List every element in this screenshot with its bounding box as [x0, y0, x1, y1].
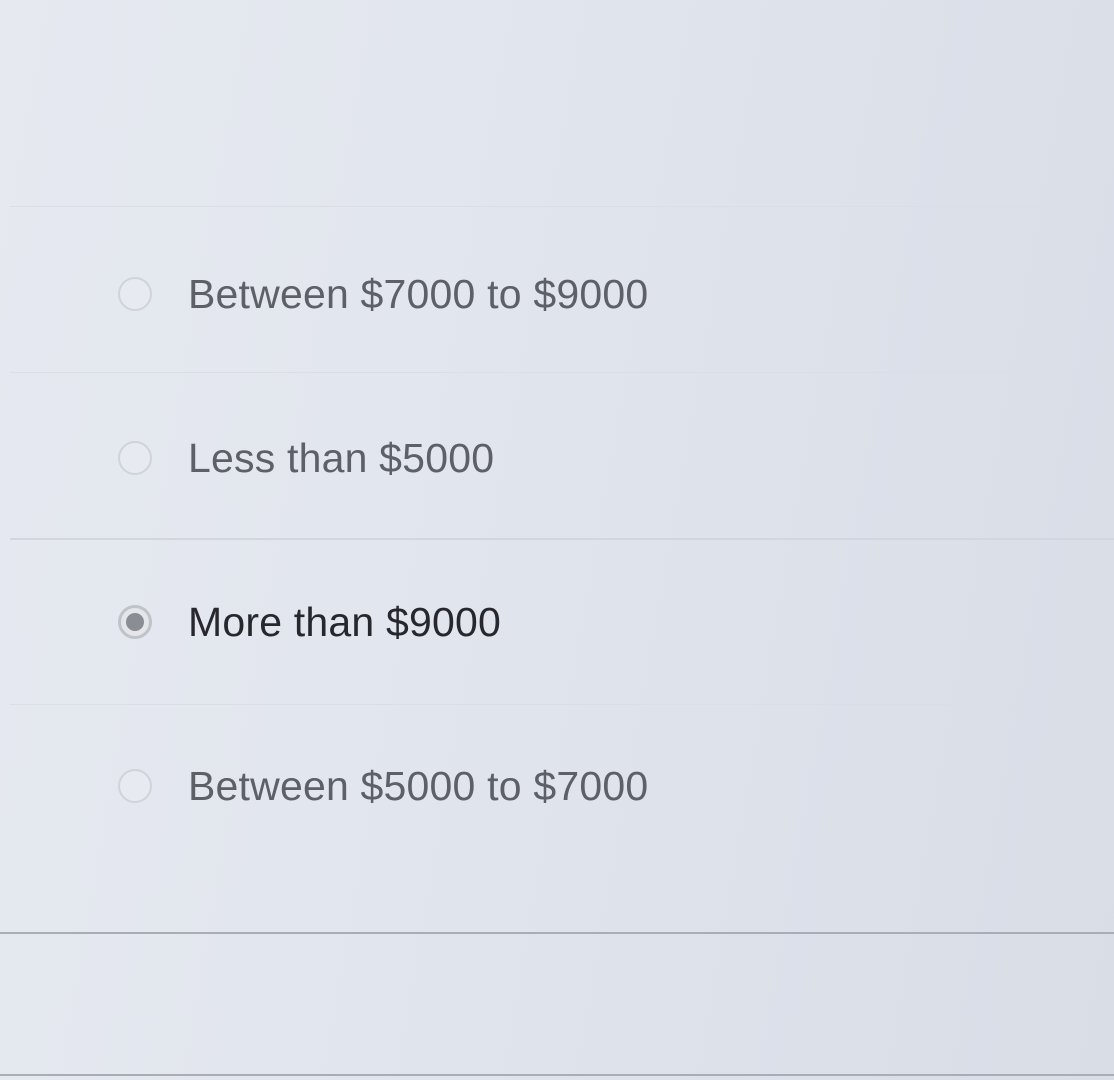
option-label: More than $9000	[188, 598, 502, 645]
radio-button-unchecked[interactable]	[118, 441, 152, 475]
option-between-5000-7000[interactable]: Between $5000 to $7000	[110, 746, 1010, 826]
divider	[10, 372, 1114, 373]
divider	[10, 538, 1114, 540]
radio-button-checked[interactable]	[118, 605, 152, 639]
answer-options: Between $7000 to $9000 Less than $5000 M…	[0, 0, 1114, 1080]
option-more-than-9000[interactable]: More than $9000	[110, 582, 1010, 662]
divider	[10, 206, 1114, 207]
quiz-screen: Between $7000 to $9000 Less than $5000 M…	[0, 0, 1114, 1080]
option-label: Between $5000 to $7000	[188, 762, 649, 809]
option-between-7000-9000[interactable]: Between $7000 to $9000	[110, 254, 1010, 334]
section-divider	[0, 1074, 1114, 1076]
divider	[10, 704, 1114, 705]
option-less-than-5000[interactable]: Less than $5000	[110, 418, 1010, 498]
section-divider	[0, 932, 1114, 934]
radio-button-unchecked[interactable]	[118, 277, 152, 311]
option-label: Between $7000 to $9000	[188, 270, 649, 317]
radio-button-unchecked[interactable]	[118, 769, 152, 803]
option-label: Less than $5000	[188, 434, 495, 481]
